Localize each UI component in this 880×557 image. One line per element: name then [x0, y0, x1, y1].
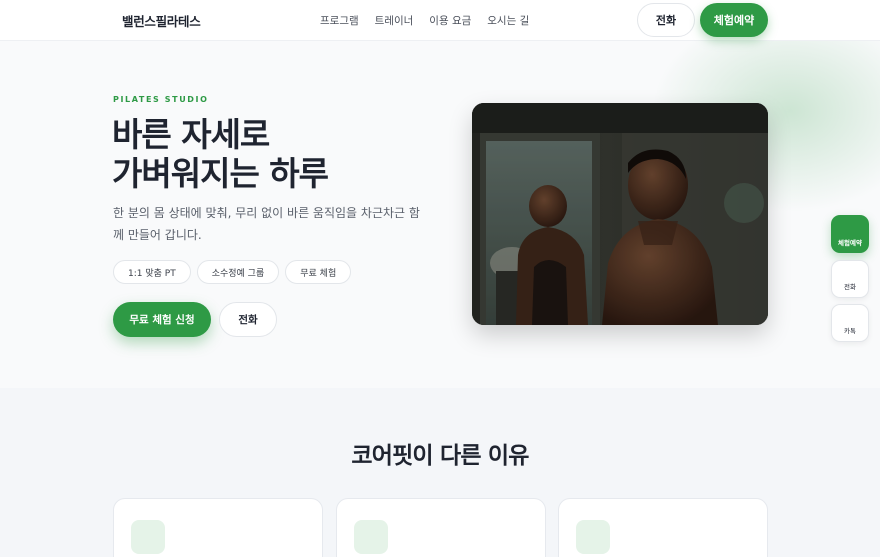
- free-trial-button[interactable]: 무료 체험 신청: [113, 302, 211, 337]
- hero-title-line2: 가벼워지는 하루: [112, 154, 329, 193]
- feature-card-icon: [131, 520, 165, 554]
- nav-link-pricing[interactable]: 이용 요금: [429, 13, 471, 28]
- hero-call-button[interactable]: 전화: [219, 302, 277, 337]
- floating-kakaotalk-button[interactable]: 카톡: [831, 304, 869, 342]
- chip-free-trial: 무료 체험: [285, 260, 352, 284]
- why-section-title: 코어핏이 다른 이유: [351, 443, 529, 469]
- nav-link-directions[interactable]: 오시는 길: [487, 13, 529, 28]
- main-nav: 프로그램 트레이너 이용 요금 오시는 길: [320, 13, 529, 28]
- nav-link-programs[interactable]: 프로그램: [320, 13, 359, 28]
- hero-photo: [472, 103, 768, 325]
- chip-small-group: 소수정예 그룹: [196, 260, 280, 284]
- hero-title-line1: 바른 자세로: [112, 115, 270, 154]
- why-section: 코어핏이 다른 이유: [0, 388, 880, 557]
- chip-personal-pt: 1:1 맞춤 PT: [113, 260, 191, 284]
- feature-card: [336, 498, 546, 557]
- feature-card-icon: [354, 520, 388, 554]
- floating-book-button[interactable]: 체험예약: [831, 215, 869, 253]
- hero-title: 바른 자세로 가벼워지는 하루: [112, 115, 452, 193]
- feature-card-icon: [576, 520, 610, 554]
- feature-card: [113, 498, 323, 557]
- hero-photo-illustration: [472, 103, 768, 325]
- floating-call-button[interactable]: 전화: [831, 260, 869, 298]
- site-header: 밸런스필라테스 프로그램 트레이너 이용 요금 오시는 길 전화 체험예약: [0, 0, 880, 41]
- hero-feature-chips: 1:1 맞춤 PT 소수정예 그룹 무료 체험: [113, 260, 352, 284]
- nav-link-trainers[interactable]: 트레이너: [375, 13, 414, 28]
- hero-description: 한 분의 몸 상태에 맞춰, 무리 없이 바른 움직임을 차근차근 함께 만들어…: [113, 206, 420, 242]
- brand-logo[interactable]: 밸런스필라테스: [122, 11, 201, 30]
- header-call-button[interactable]: 전화: [637, 3, 695, 37]
- header-book-button[interactable]: 체험예약: [700, 3, 768, 37]
- hero-eyebrow: PILATES STUDIO: [113, 95, 209, 104]
- feature-card: [558, 498, 768, 557]
- hero-section: PILATES STUDIO 바른 자세로 가벼워지는 하루 한 분의 몸 상태…: [0, 41, 880, 388]
